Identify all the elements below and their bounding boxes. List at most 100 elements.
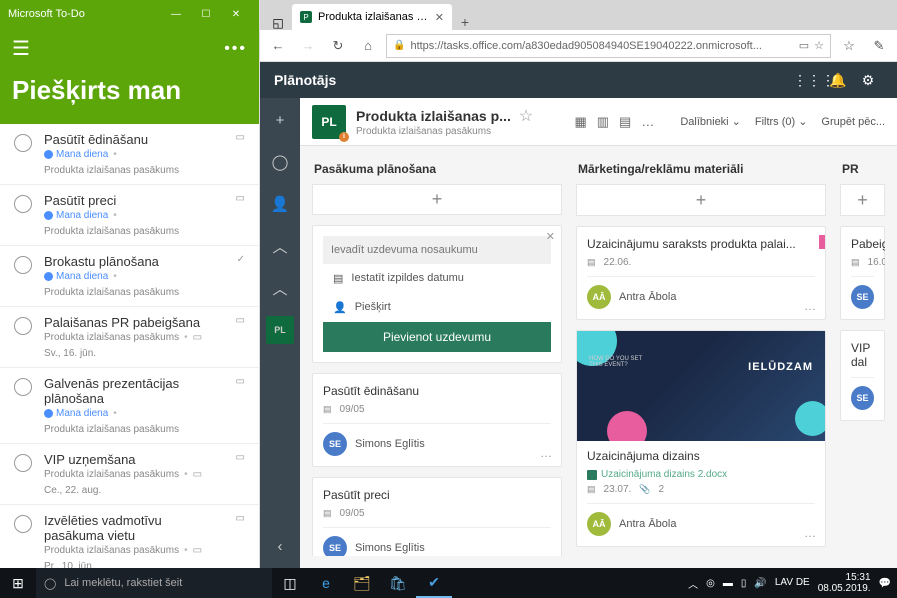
- groupby-dropdown[interactable]: Grupēt pēc...: [821, 115, 885, 128]
- card-menu-icon[interactable]: …: [804, 299, 817, 313]
- card-menu-icon[interactable]: …: [804, 526, 817, 540]
- chart-view-icon[interactable]: ▥: [597, 114, 609, 130]
- home-button[interactable]: ⌂: [356, 38, 380, 53]
- task-card[interactable]: Uzaicinājumu saraksts produkta palai...▤…: [576, 226, 826, 320]
- bucket: PR + Pabeig▤16.08 SEVIP dal SE: [840, 158, 885, 556]
- task-card[interactable]: Pasūtīt ēdināšanu▤09/05… SESimons Eglīti…: [312, 373, 562, 467]
- task-view-icon[interactable]: ◫: [272, 568, 308, 598]
- assignee-name: Simons Eglītis: [355, 438, 425, 450]
- task-card[interactable]: Pasūtīt preci▤09/05… SESimons Eglītis: [312, 477, 562, 556]
- clock[interactable]: 15:31 08.05.2019.: [818, 572, 871, 594]
- complete-circle[interactable]: [14, 454, 32, 472]
- complete-circle[interactable]: [14, 134, 32, 152]
- todo-taskbar-icon[interactable]: ✔: [416, 568, 452, 598]
- my-tasks-icon[interactable]: 👤: [266, 190, 294, 218]
- add-task-placeholder[interactable]: +: [312, 184, 562, 215]
- refresh-button[interactable]: ↻: [326, 38, 350, 54]
- card-date: 16.08: [868, 257, 885, 268]
- todo-titlebar: Microsoft To-Do — ☐ ✕: [0, 0, 259, 28]
- task-item[interactable]: Pasūtīt preci Mana diena•Produkta izlaiš…: [0, 185, 259, 246]
- project-label: Produkta izlaišanas pasākums: [44, 545, 179, 556]
- task-item[interactable]: Palaišanas PR pabeigšana Produkta izlaiš…: [0, 307, 259, 368]
- close-button[interactable]: ✕: [221, 9, 251, 20]
- settings-icon[interactable]: ⚙: [853, 72, 883, 89]
- tab-close-icon[interactable]: ✕: [435, 11, 444, 24]
- minimize-button[interactable]: —: [161, 9, 191, 20]
- task-card[interactable]: HOW DO YOU SETTHIS EVENT?IELŪDZAMUzaicin…: [576, 330, 826, 547]
- plan-topbar: PLi Produkta izlaišanas p... ☆ Produkta …: [300, 98, 897, 146]
- new-tab-button[interactable]: +: [452, 14, 478, 30]
- edge-icon[interactable]: e: [308, 568, 344, 598]
- start-button[interactable]: ⊞: [0, 575, 36, 592]
- my-day-badge: Mana diena: [44, 149, 108, 160]
- complete-circle[interactable]: [14, 378, 32, 396]
- complete-circle[interactable]: [14, 195, 32, 213]
- info-icon[interactable]: i: [339, 132, 349, 142]
- new-task-input[interactable]: [323, 236, 551, 264]
- favorites-hub-icon[interactable]: ☆: [837, 38, 861, 54]
- add-task-button[interactable]: Pievienot uzdevumu: [323, 322, 551, 352]
- notes-icon[interactable]: ✎: [867, 38, 891, 54]
- reading-view-icon[interactable]: ▭: [799, 39, 809, 52]
- taskbar: ⊞ ◯ Lai meklētu, rakstiet šeit ◫ e 🗂 🛍 ✔…: [0, 568, 897, 598]
- card-menu-icon[interactable]: …: [540, 550, 553, 556]
- complete-circle[interactable]: [14, 515, 32, 533]
- card-menu-icon[interactable]: …: [540, 446, 553, 460]
- planner-favicon: P: [300, 11, 312, 23]
- add-task-placeholder[interactable]: +: [576, 184, 826, 216]
- plan-badge-nav[interactable]: PL: [266, 316, 294, 344]
- set-due-row[interactable]: ▤Iestatīt izpildes datumu: [323, 264, 551, 293]
- maximize-button[interactable]: ☐: [191, 9, 221, 20]
- tab-history-icon[interactable]: ◱: [264, 16, 292, 30]
- task-card[interactable]: VIP dal SE: [840, 330, 885, 421]
- network-icon[interactable]: ▯: [741, 578, 747, 589]
- more-icon[interactable]: •••: [224, 40, 247, 58]
- chevron-up-icon[interactable]: ︿: [266, 232, 294, 260]
- explorer-icon[interactable]: 🗂: [344, 568, 380, 598]
- task-item[interactable]: Brokastu plānošana Mana diena•Produkta i…: [0, 246, 259, 307]
- back-button[interactable]: ←: [266, 38, 290, 53]
- close-icon[interactable]: ✕: [546, 230, 555, 243]
- hamburger-icon[interactable]: ☰: [12, 36, 30, 61]
- task-item[interactable]: Galvenās prezentācijas plānošana Mana di…: [0, 368, 259, 444]
- assign-row[interactable]: 👤Piešķirt: [323, 293, 551, 322]
- store-icon[interactable]: 🛍: [380, 568, 416, 598]
- favorite-icon[interactable]: ☆: [814, 39, 824, 52]
- more-views-icon[interactable]: …: [641, 114, 654, 130]
- task-item[interactable]: Izvēlēties vadmotīvu pasākuma vietu Prod…: [0, 505, 259, 568]
- action-center-icon[interactable]: 💬: [879, 578, 891, 589]
- due-date: Pr., 10. jūn.: [44, 561, 95, 568]
- chevron-left-icon[interactable]: ‹: [266, 532, 294, 560]
- task-card[interactable]: Pabeig▤16.08 SE: [840, 226, 885, 320]
- browser-tab[interactable]: P Produkta izlaišanas pas ✕: [292, 4, 452, 30]
- language-indicator[interactable]: LAV DE: [775, 578, 810, 588]
- task-item[interactable]: Pasūtīt ēdināšanu Mana diena•Produkta iz…: [0, 124, 259, 185]
- favorite-plan-icon[interactable]: ☆: [519, 106, 533, 126]
- complete-circle[interactable]: [14, 256, 32, 274]
- hub-icon[interactable]: ◯: [266, 148, 294, 176]
- task-right-icon: ▭: [236, 513, 245, 524]
- chevron-up-icon[interactable]: ︿: [266, 274, 294, 302]
- board-view-icon[interactable]: ▦: [574, 114, 586, 130]
- plan-badge: PLi: [312, 105, 346, 139]
- members-dropdown[interactable]: Dalībnieki ⌄: [680, 115, 741, 128]
- complete-circle[interactable]: [14, 317, 32, 335]
- task-item[interactable]: VIP uzņemšana Produkta izlaišanas pasāku…: [0, 444, 259, 505]
- tray-chevron-icon[interactable]: ︿: [688, 576, 698, 591]
- location-icon[interactable]: ◎: [706, 578, 715, 589]
- calendar-icon: ▭: [193, 545, 202, 556]
- volume-icon[interactable]: 🔊: [754, 578, 766, 589]
- app-launcher-icon[interactable]: ⋮⋮⋮: [793, 72, 823, 89]
- url-input[interactable]: 🔒 https://tasks.office.com/a830edad90508…: [386, 34, 831, 58]
- battery-icon[interactable]: ▬: [723, 578, 733, 589]
- schedule-view-icon[interactable]: ▤: [619, 114, 631, 130]
- new-plan-icon[interactable]: +: [266, 106, 294, 134]
- add-task-placeholder[interactable]: +: [840, 184, 885, 216]
- notifications-icon[interactable]: 🔔: [823, 72, 853, 89]
- attachment[interactable]: Uzaicinājuma dizains 2.docx: [587, 469, 815, 480]
- filter-dropdown[interactable]: Filtrs (0) ⌄: [755, 115, 808, 128]
- person-icon: 👤: [333, 301, 347, 314]
- sun-icon: [44, 211, 53, 220]
- search-box[interactable]: ◯ Lai meklētu, rakstiet šeit: [36, 568, 272, 598]
- forward-button[interactable]: →: [296, 38, 320, 53]
